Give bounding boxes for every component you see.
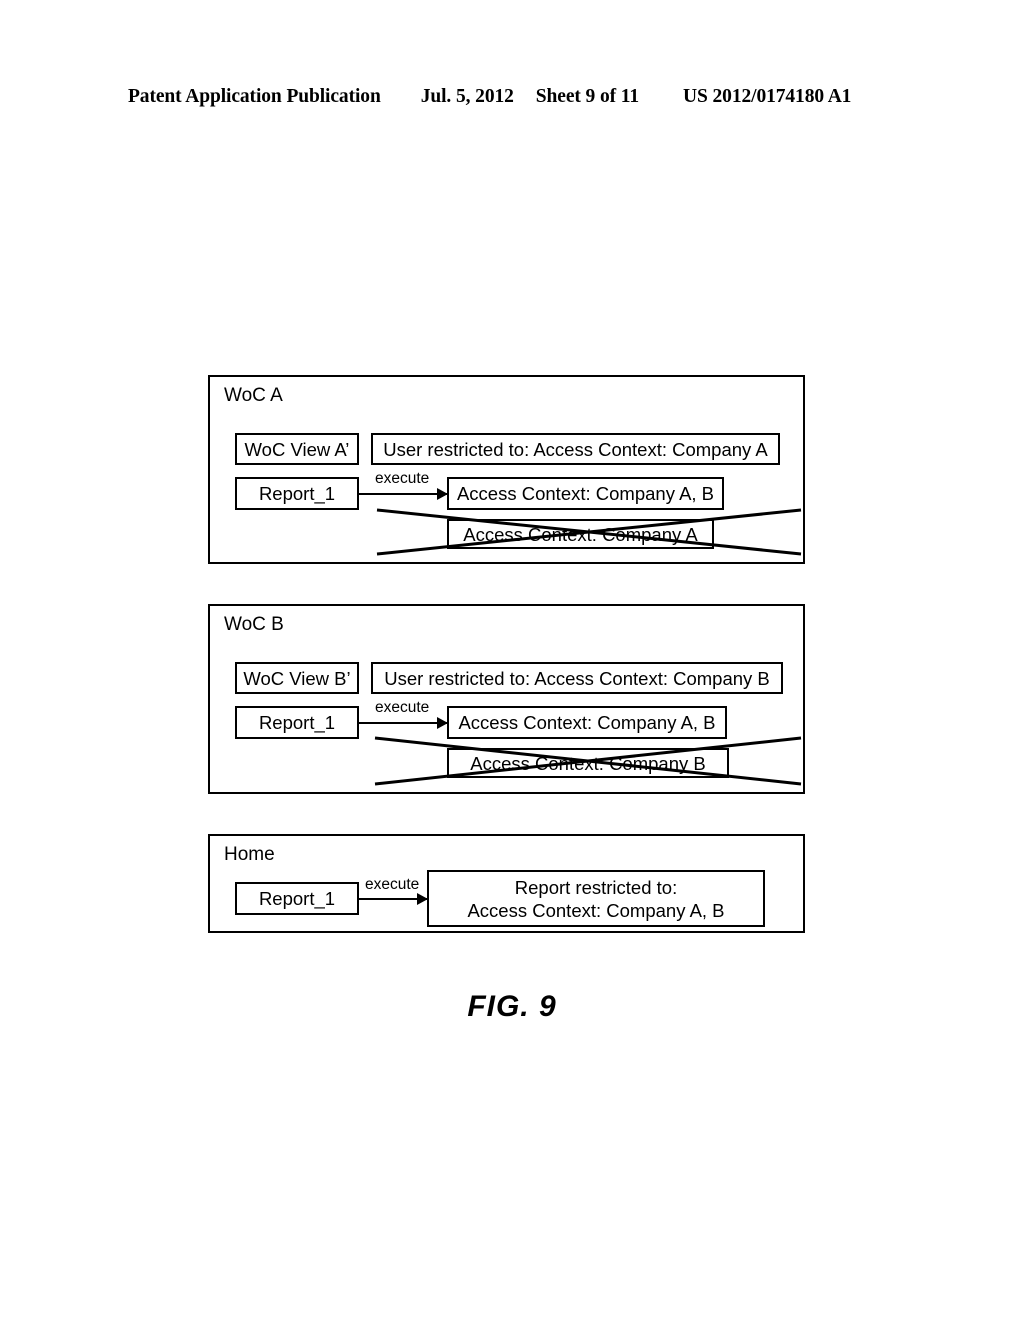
arrow-execute-home <box>359 893 428 905</box>
node-report-1-a-label: Report_1 <box>258 483 336 504</box>
node-report-restriction-line-1: Report restricted to: <box>514 876 678 898</box>
group-box-woc-b: WoC B WoC View B’ User restricted to: Ac… <box>208 604 805 794</box>
arrow-execute-a-label: execute <box>375 470 430 487</box>
node-access-context-a-struck[interactable]: Access Context: Company A <box>447 519 714 549</box>
figure-caption: FIG. 9 <box>467 990 557 1023</box>
node-access-context-ab-b[interactable]: Access Context: Company A, B <box>447 706 727 739</box>
node-report-1-home[interactable]: Report_1 <box>235 882 359 915</box>
node-woc-view-b[interactable]: WoC View B’ <box>235 662 359 694</box>
node-user-restriction-b[interactable]: User restricted to: Access Context: Comp… <box>371 662 783 694</box>
node-report-restriction-line-2: Access Context: Company A, B <box>467 899 725 921</box>
arrow-execute-b <box>359 717 448 729</box>
node-woc-view-a-label: WoC View A’ <box>244 438 350 460</box>
node-access-context-ab-a-label: Access Context: Company A, B <box>456 483 715 504</box>
node-report-1-home-label: Report_1 <box>258 888 336 909</box>
node-access-context-b-struck-label: Access Context: Company B <box>470 752 706 774</box>
node-access-context-ab-a[interactable]: Access Context: Company A, B <box>447 477 724 510</box>
figure-9-diagram: WoC A WoC View A’ User restricted to: Ac… <box>0 0 1024 1320</box>
node-user-restriction-a-label: User restricted to: Access Context: Comp… <box>383 438 768 460</box>
node-woc-view-a[interactable]: WoC View A’ <box>235 433 359 465</box>
node-report-restriction-home[interactable]: Report restricted to: Access Context: Co… <box>427 870 765 927</box>
group-title-woc-b: WoC B <box>224 614 284 635</box>
group-title-home: Home <box>224 844 275 865</box>
arrow-execute-a <box>359 488 448 500</box>
group-title-woc-a: WoC A <box>224 385 283 406</box>
node-access-context-b-struck[interactable]: Access Context: Company B <box>447 748 729 778</box>
node-access-context-ab-b-label: Access Context: Company A, B <box>458 712 716 733</box>
group-box-woc-a: WoC A WoC View A’ User restricted to: Ac… <box>208 375 805 564</box>
group-box-home: Home Report_1 execute Report restricted … <box>208 834 805 933</box>
node-report-1-a[interactable]: Report_1 <box>235 477 359 510</box>
arrow-execute-home-label: execute <box>365 876 420 893</box>
arrow-execute-b-label: execute <box>375 699 430 716</box>
node-report-1-b[interactable]: Report_1 <box>235 706 359 739</box>
node-report-1-b-label: Report_1 <box>258 712 336 733</box>
node-access-context-a-struck-label: Access Context: Company A <box>463 523 698 545</box>
node-woc-view-b-label: WoC View B’ <box>243 667 351 689</box>
node-user-restriction-b-label: User restricted to: Access Context: Comp… <box>384 667 770 689</box>
node-user-restriction-a[interactable]: User restricted to: Access Context: Comp… <box>371 433 780 465</box>
